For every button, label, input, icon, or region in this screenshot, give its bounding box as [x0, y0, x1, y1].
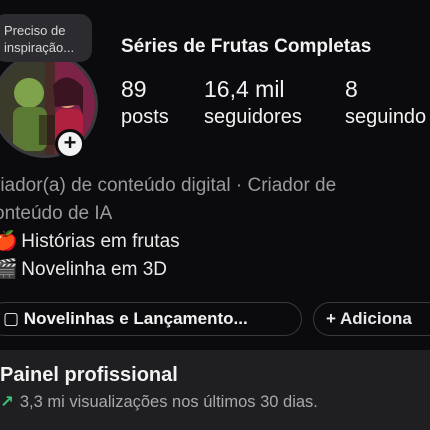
clapperboard-icon: 🎬: [0, 259, 18, 280]
dashboard-subtitle-text: 3,3 mi visualizações nos últimos 30 dias…: [19, 393, 318, 411]
add-chip-label: + Adiciona: [326, 309, 412, 328]
following-stat[interactable]: 8 seguindo: [345, 76, 426, 130]
dashboard-title: Painel profissional: [0, 364, 178, 386]
add-story-plus-icon[interactable]: +: [55, 129, 85, 159]
trend-up-icon: ↗: [0, 393, 14, 411]
bio-category-line1: riador(a) de conteúdo digital · Criador …: [0, 175, 337, 196]
profile-page: + Preciso de inspiração... Séries de Fru…: [0, 0, 430, 430]
followers-count: 16,4 mil: [204, 76, 285, 102]
playlist-chip[interactable]: ▢ Novelinhas e Lançamento...: [0, 302, 302, 336]
followers-stat[interactable]: 16,4 mil seguidores: [204, 76, 302, 130]
bio-line-2: 🎬 Novelinha em 3D: [0, 256, 430, 284]
followers-label: seguidores: [204, 106, 302, 128]
dashboard-subtitle: ↗ 3,3 mi visualizações nos últimos 30 dia…: [0, 390, 430, 414]
add-chip-button[interactable]: + Adiciona: [313, 302, 430, 336]
apple-icon: 🍎: [0, 231, 18, 252]
note-text-line2: inspiração...: [4, 40, 75, 55]
bio-line-1-text: Histórias em frutas: [21, 231, 180, 252]
note-bubble[interactable]: Preciso de inspiração...: [0, 14, 92, 62]
note-text-line1: Preciso de: [4, 23, 66, 38]
bio-line-1: 🍎 Histórias em frutas: [0, 228, 430, 256]
following-label: seguindo: [345, 106, 427, 128]
bio-line-2-text: Novelinha em 3D: [21, 259, 168, 280]
posts-stat[interactable]: 89 posts: [121, 76, 169, 130]
bio-category-line2: onteúdo de IA: [0, 203, 113, 224]
following-count: 8: [345, 76, 358, 102]
playlist-icon: ▢: [3, 309, 20, 328]
posts-count: 89: [121, 76, 147, 102]
playlist-chip-label: Novelinhas e Lançamento...: [23, 309, 248, 328]
professional-dashboard[interactable]: Painel profissional ↗ 3,3 mi visualizaçõe…: [0, 350, 430, 430]
bio: riador(a) de conteúdo digital · Criador …: [0, 172, 430, 284]
profile-name: Séries de Frutas Completas: [121, 36, 372, 57]
posts-label: posts: [121, 106, 169, 128]
avatar-container[interactable]: +: [0, 52, 102, 162]
